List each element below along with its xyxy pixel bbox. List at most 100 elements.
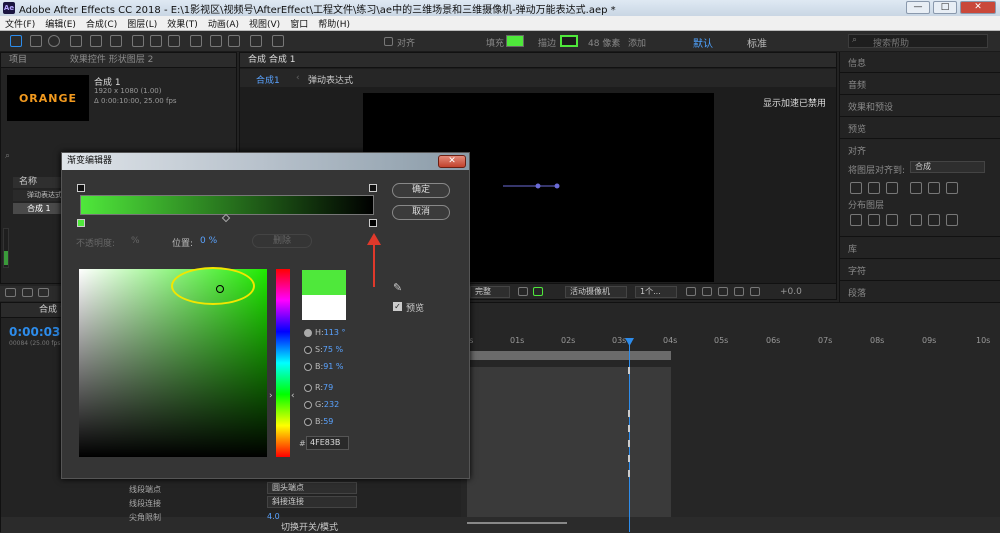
stroke-swatch[interactable] [560,35,578,47]
breadcrumb-comp1[interactable]: 合成1 [256,73,280,86]
miter-limit-value[interactable]: 4.0 [267,512,280,521]
exposure-value[interactable]: +0.0 [780,287,802,297]
align-center-icon[interactable] [868,182,880,194]
r-radio[interactable] [304,384,312,392]
s-radio[interactable] [304,346,312,354]
tab-project[interactable]: 项目 [9,55,27,65]
minimize-button[interactable]: — [906,1,930,14]
interpret-footage-icon[interactable] [5,288,16,297]
column-name-header[interactable]: 名称 [13,177,63,188]
hue-pointer-right-icon[interactable]: ‹ [291,391,295,401]
align-left-icon[interactable] [850,182,862,194]
eraser-tool-icon[interactable] [228,35,240,47]
h-radio[interactable] [304,329,312,337]
align-bottom-icon[interactable] [946,182,958,194]
distribute-icon-3[interactable] [886,214,898,226]
keyframe-5[interactable] [628,455,630,462]
menu-layer[interactable]: 图层(L) [122,17,162,30]
project-item-comp1[interactable]: 合成 1 [13,203,63,214]
panel-library[interactable]: 库 [848,242,857,255]
rectangle-tool-icon[interactable] [132,35,144,47]
view-option-icon-3[interactable] [718,287,728,296]
midpoint-marker[interactable] [221,213,231,223]
position-value[interactable]: 0 % [200,236,217,246]
line-join-dropdown[interactable]: 斜接连接 [267,496,357,508]
zoom-slider[interactable] [467,522,567,524]
workspace-default[interactable]: 默认 [693,35,713,50]
brush-tool-icon[interactable] [190,35,202,47]
panel-audio[interactable]: 音频 [848,78,866,91]
toggle-switches-modes[interactable]: 切换开关/模式 [281,520,338,533]
fill-swatch[interactable] [506,35,524,47]
close-window-button[interactable]: ✕ [960,1,996,14]
snap-checkbox[interactable] [384,37,393,46]
menu-composition[interactable]: 合成(C) [81,17,122,30]
views-dropdown[interactable]: 1个... [635,286,677,298]
align-middle-icon[interactable] [928,182,940,194]
view-option-icon-4[interactable] [734,287,744,296]
view-option-icon-2[interactable] [702,287,712,296]
color-stop-left[interactable] [77,219,85,227]
view-option-icon-1[interactable] [686,287,696,296]
rotate-tool-icon[interactable] [70,35,82,47]
menu-edit[interactable]: 编辑(E) [40,17,81,30]
panel-info[interactable]: 信息 [848,56,866,69]
delete-stop-button[interactable]: 删除 [252,234,312,248]
roto-brush-tool-icon[interactable] [250,35,262,47]
panel-paragraph[interactable]: 段落 [848,286,866,299]
b2-radio[interactable] [304,418,312,426]
zoom-tool-icon[interactable] [48,35,60,47]
opacity-stop-right[interactable] [369,184,377,192]
clone-stamp-tool-icon[interactable] [210,35,222,47]
line-cap-dropdown[interactable]: 圆头端点 [267,482,357,494]
close-icon[interactable]: ✕ [438,155,466,168]
view-option-icon-5[interactable] [750,287,760,296]
preview-checkbox[interactable]: ✓ [393,302,402,311]
hex-input[interactable]: 4FE83B [306,436,349,450]
g-radio[interactable] [304,401,312,409]
camera-tool-icon[interactable] [90,35,102,47]
distribute-icon-4[interactable] [910,214,922,226]
keyframe-3[interactable] [628,425,630,432]
menu-view[interactable]: 视图(V) [244,17,285,30]
hue-slider[interactable] [276,269,290,457]
panel-effects-presets[interactable]: 效果和预设 [848,100,893,113]
menu-help[interactable]: 帮助(H) [313,17,355,30]
color-stop-right[interactable] [369,219,377,227]
hue-pointer-left-icon[interactable]: › [269,391,273,401]
opacity-value[interactable]: % [131,236,140,246]
b-field[interactable]: B:91 % [315,362,344,371]
ok-button[interactable]: 确定 [392,183,450,198]
text-tool-icon[interactable] [168,35,180,47]
panel-preview[interactable]: 预览 [848,122,866,135]
camera-dropdown[interactable]: 活动摄像机 [565,286,627,298]
g-field[interactable]: G:232 [315,400,339,409]
new-comp-icon[interactable] [38,288,49,297]
layer-duration-bar[interactable] [467,367,671,533]
tab-effect-controls[interactable]: 效果控件 形状图层 2 [70,55,153,65]
quality-dropdown[interactable]: 完整 [470,286,510,298]
panel-align[interactable]: 对齐 [848,144,866,157]
grid-toggle-icon[interactable] [518,287,528,296]
b2-field[interactable]: B:59 [315,417,333,426]
panel-character[interactable]: 字符 [848,264,866,277]
opacity-stop-left[interactable] [77,184,85,192]
align-top-icon[interactable] [910,182,922,194]
keyframe-6[interactable] [628,470,630,477]
project-scrollbar[interactable] [3,228,9,268]
add-label[interactable]: 添加 [628,36,646,49]
stroke-width[interactable]: 48 像素 [588,36,620,49]
project-search-icon[interactable]: ⌕ [5,151,10,161]
align-right-icon[interactable] [886,182,898,194]
distribute-icon-1[interactable] [850,214,862,226]
search-help-input[interactable]: ⌕ 搜索帮助 [848,34,988,49]
eyedropper-icon[interactable]: ✎ [393,281,402,294]
distribute-icon-6[interactable] [946,214,958,226]
breadcrumb-expression[interactable]: 弹动表达式 [308,73,353,86]
b-radio[interactable] [304,363,312,371]
workspace-standard[interactable]: 标准 [747,35,767,50]
work-area-bar[interactable] [467,351,671,360]
new-folder-icon[interactable] [22,288,33,297]
selection-tool-icon[interactable] [10,35,22,47]
r-field[interactable]: R:79 [315,383,333,392]
